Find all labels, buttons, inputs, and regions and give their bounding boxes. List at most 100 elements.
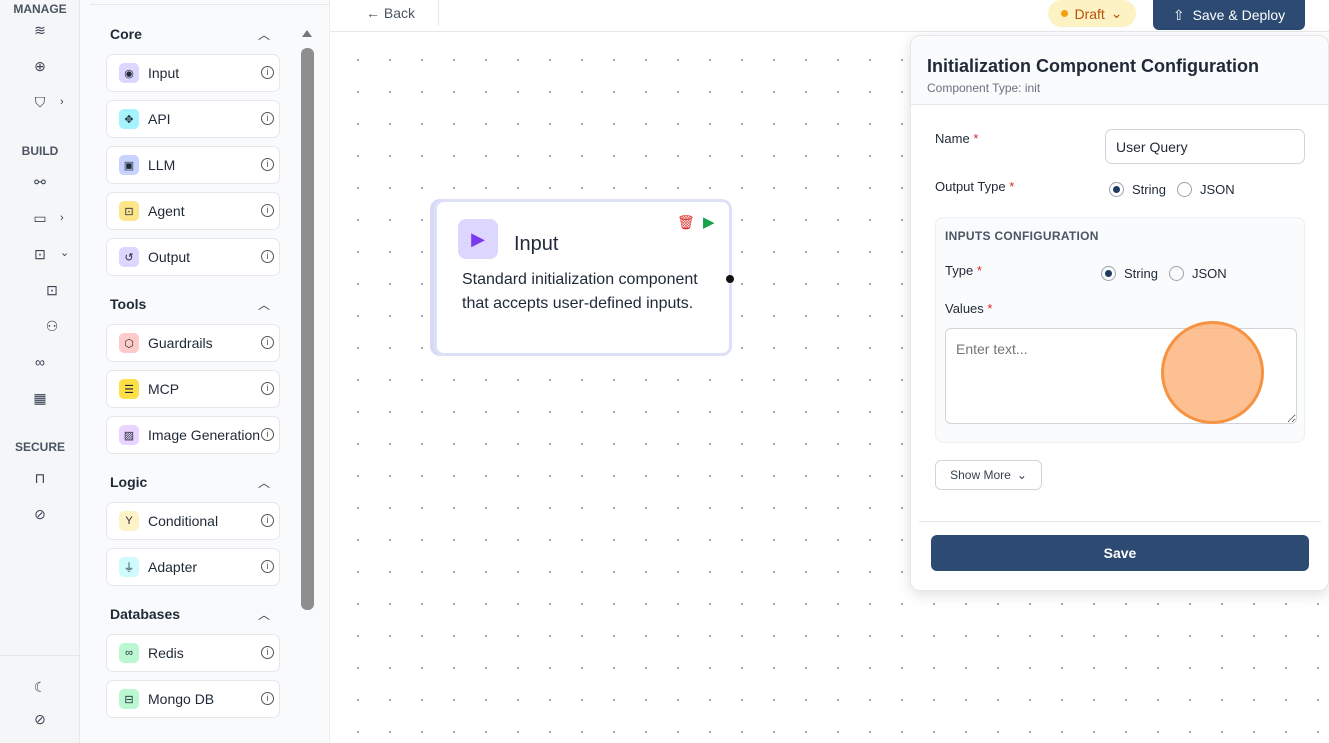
globe-icon[interactable]: ⊕ [30, 58, 50, 75]
info-icon[interactable]: i [261, 382, 274, 395]
workflow-icon[interactable]: ⚯ [30, 174, 50, 191]
output-handle[interactable] [726, 275, 734, 283]
palette-item-label: Image Generation [148, 427, 261, 443]
palette-item-adapter[interactable]: ⏚ Adapter i [106, 548, 280, 586]
chevron-down-icon[interactable]: ⌄ [60, 246, 69, 259]
chevron-right-icon[interactable]: › [60, 212, 64, 224]
palette-item-llm[interactable]: ▣ LLM i [106, 146, 280, 184]
palette-item-label: API [148, 111, 171, 127]
inputs-config-title: INPUTS CONFIGURATION [945, 229, 1099, 243]
output-type-string-radio[interactable]: String [1109, 182, 1166, 197]
output-type-label: Output Type * [935, 179, 1015, 194]
inputs-configuration: INPUTS CONFIGURATION Type * String JSON … [935, 217, 1305, 443]
info-icon[interactable]: i [261, 250, 274, 263]
group-title-databases[interactable]: Databases [110, 606, 180, 622]
cursor-indicator [1161, 321, 1264, 424]
chevron-up-icon[interactable]: ︿ [258, 26, 270, 43]
chevron-down-icon: ⌄ [1110, 5, 1123, 21]
moon-icon[interactable]: ☾ [30, 679, 50, 696]
info-icon[interactable]: i [261, 336, 274, 349]
save-deploy-button[interactable]: ⇧ Save & Deploy [1153, 0, 1305, 30]
palette-item-label: Output [148, 249, 191, 265]
shield-off-icon[interactable]: ⊘ [30, 506, 50, 523]
users-icon[interactable]: ⚇ [42, 318, 62, 335]
palette-item-guardrails[interactable]: ⬡ Guardrails i [106, 324, 280, 362]
output-icon: ↺ [119, 247, 139, 267]
palette-item-redis[interactable]: ∞ Redis i [106, 634, 280, 672]
palette-item-agent[interactable]: ⊡ Agent i [106, 192, 280, 230]
info-icon[interactable]: i [261, 66, 274, 79]
chat-icon[interactable]: ▭ [30, 210, 50, 227]
trash-icon[interactable]: 🗑 [677, 214, 695, 231]
palette-item-label: Adapter [148, 559, 198, 575]
config-header: Initialization Component Configuration C… [911, 36, 1328, 105]
play-circle-icon: ◉ [119, 63, 139, 83]
palette-item-mongo-db[interactable]: ⊟ Mongo DB i [106, 680, 280, 718]
config-panel: Initialization Component Configuration C… [910, 35, 1329, 591]
bot-icon[interactable]: ⊡ [42, 282, 62, 299]
name-label: Name * [935, 131, 979, 146]
divider [438, 0, 439, 26]
palette-item-label: Redis [148, 645, 184, 661]
palette-item-label: Guardrails [148, 335, 213, 351]
config-title: Initialization Component Configuration [927, 56, 1259, 76]
chevron-up-icon[interactable]: ︿ [258, 474, 270, 491]
node-title: Input [514, 233, 559, 255]
server-icon: ☰ [119, 379, 139, 399]
group-title-core[interactable]: Core [110, 26, 142, 42]
group-title-logic[interactable]: Logic [110, 474, 147, 490]
back-button[interactable]: ← Back [366, 5, 415, 21]
output-type-json-radio[interactable]: JSON [1177, 182, 1235, 197]
info-icon[interactable]: i [261, 514, 274, 527]
chevron-up-icon[interactable]: ︿ [258, 606, 270, 623]
monitor-off-icon[interactable]: ⊘ [30, 711, 50, 728]
palette-item-label: Mongo DB [148, 691, 215, 707]
split-icon: Y [119, 511, 139, 531]
chevron-down-icon: ⌄ [1016, 468, 1027, 482]
input-node[interactable]: ▶ Input 🗑 ▶ Standard initialization comp… [434, 199, 734, 356]
status-dot [1061, 10, 1069, 17]
info-icon[interactable]: i [261, 112, 274, 125]
table-icon[interactable]: ▦ [30, 390, 50, 407]
save-deploy-label: Save & Deploy [1192, 7, 1286, 23]
api-icon: ✥ [119, 109, 139, 129]
bot-icon: ⊡ [119, 201, 139, 221]
type-string-radio[interactable]: String [1101, 266, 1158, 281]
name-input[interactable] [1105, 129, 1305, 164]
values-label: Values * [945, 301, 993, 316]
palette-item-api[interactable]: ✥ API i [106, 100, 280, 138]
scroll-up-arrow[interactable] [302, 30, 312, 37]
info-icon[interactable]: i [261, 646, 274, 659]
bot-icon[interactable]: ⊡ [30, 246, 50, 263]
save-button[interactable]: Save [931, 535, 1309, 571]
info-icon[interactable]: i [261, 560, 274, 573]
shield-check-icon[interactable]: ⛉ [30, 94, 50, 111]
palette-item-mcp[interactable]: ☰ MCP i [106, 370, 280, 408]
palette-item-image-generation[interactable]: ▨ Image Generation i [106, 416, 280, 454]
chevron-right-icon[interactable]: › [60, 96, 64, 108]
show-more-button[interactable]: Show More ⌄ [935, 460, 1042, 490]
status-dropdown[interactable]: Draft ⌄ [1048, 0, 1136, 27]
info-icon[interactable]: i [261, 428, 274, 441]
group-title-tools[interactable]: Tools [110, 296, 146, 312]
palette-item-label: Input [148, 65, 180, 81]
palette-item-label: MCP [148, 381, 180, 397]
info-icon[interactable]: i [261, 158, 274, 171]
palette-item-input[interactable]: ◉ Input i [106, 54, 280, 92]
palette-item-label: Agent [148, 203, 185, 219]
play-icon[interactable]: ▶ [703, 213, 715, 231]
info-icon[interactable]: i [261, 692, 274, 705]
type-json-radio[interactable]: JSON [1169, 266, 1227, 281]
node-description: Standard initialization component that a… [462, 271, 698, 312]
palette-item-output[interactable]: ↺ Output i [106, 238, 280, 276]
info-icon[interactable]: i [261, 204, 274, 217]
scrollbar-thumb[interactable] [301, 48, 314, 610]
section-secure: SECURE [14, 440, 65, 454]
chevron-up-icon[interactable]: ︿ [258, 296, 270, 313]
lock-icon[interactable]: ⊓ [30, 470, 50, 487]
binoculars-icon[interactable]: ∞ [30, 354, 50, 370]
section-build: BUILD [21, 144, 59, 158]
layers-icon[interactable]: ≋ [30, 22, 50, 39]
terminal-icon: ▣ [119, 155, 139, 175]
palette-item-conditional[interactable]: Y Conditional i [106, 502, 280, 540]
